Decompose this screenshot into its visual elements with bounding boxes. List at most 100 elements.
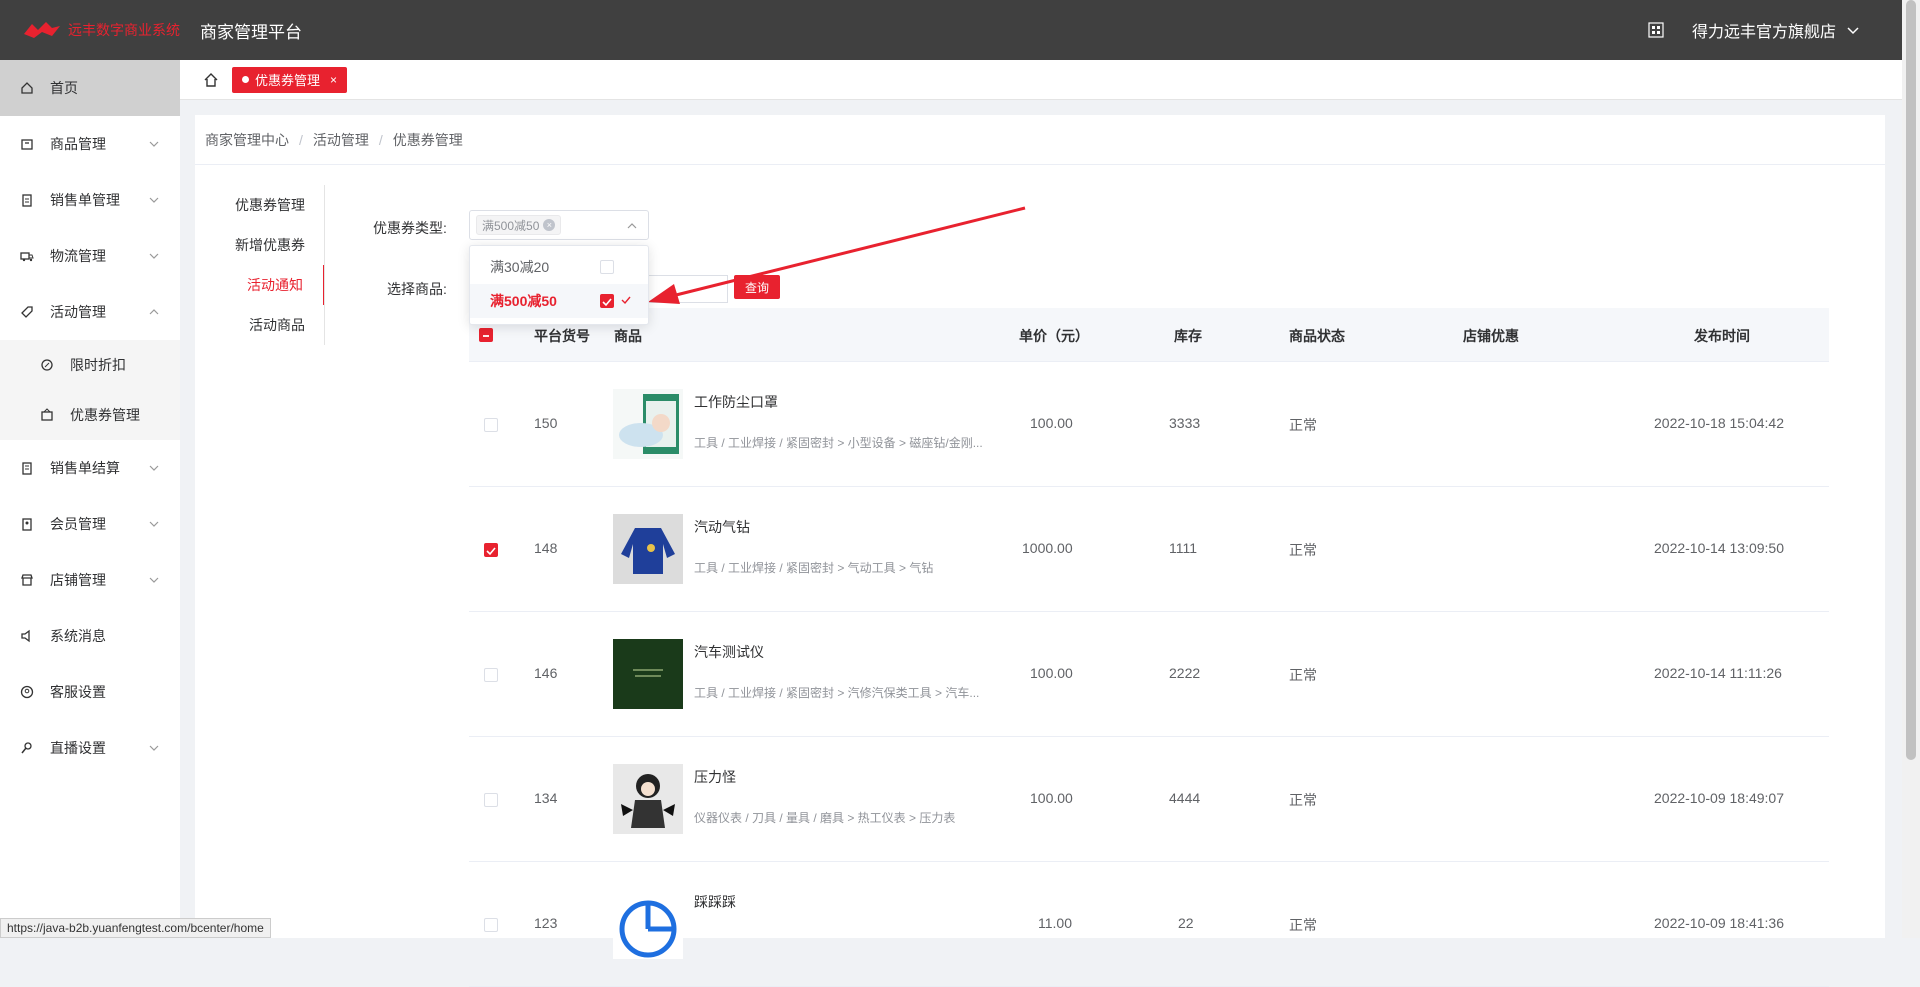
table-row[interactable]: 148 汽动气钻 工具 / 工业焊接 / 紧固密封 > 气动工具 > 气钻 10…: [469, 487, 1829, 612]
selected-tag: 满500减50 ×: [476, 215, 561, 235]
row-status: 正常: [1289, 415, 1317, 435]
option-label: 满500减50: [490, 291, 557, 311]
coupon-icon: [40, 408, 54, 422]
row-checkbox[interactable]: [484, 793, 498, 807]
member-icon: [20, 517, 34, 531]
table-row[interactable]: 123 踩踩踩 11.00 22 正常 2022-10-09 18:41:36: [469, 862, 1829, 987]
sidebar-item-label: 销售单管理: [50, 190, 120, 210]
row-stock: 1111: [1169, 540, 1197, 556]
table-row[interactable]: 134 压力怪 仪器仪表 / 刀具 / 量具 / 磨具 > 热工仪表 > 压力表…: [469, 737, 1829, 862]
sidebar-item-label: 首页: [50, 78, 78, 98]
vertical-scrollbar[interactable]: [1902, 0, 1920, 938]
minus-icon: [480, 330, 492, 342]
option-checkbox-checked[interactable]: [600, 294, 614, 308]
sidebar-item-label: 限时折扣: [70, 355, 126, 375]
subnav-add-coupon[interactable]: 新增优惠券: [210, 225, 325, 265]
table-row[interactable]: 150 工作防尘口罩 工具 / 工业焊接 / 紧固密封 > 小型设备 > 磁座钻…: [469, 362, 1829, 487]
store-name[interactable]: 得力远丰官方旗舰店: [1692, 18, 1836, 42]
sidebar-item-activity[interactable]: 活动管理: [0, 284, 180, 340]
row-time: 2022-10-18 15:04:42: [1654, 415, 1784, 431]
product-name[interactable]: 汽车测试仪: [694, 642, 764, 662]
subnav-activity-notice[interactable]: 活动通知: [210, 265, 325, 305]
top-bar: 远丰数字商业系统 商家管理平台 得力远丰官方旗舰店: [0, 0, 1902, 60]
live-icon: [20, 741, 34, 755]
option-checkbox[interactable]: [600, 260, 614, 274]
product-image[interactable]: [613, 514, 683, 584]
row-sku: 148: [534, 540, 557, 556]
qrcode-icon[interactable]: [1648, 22, 1664, 38]
sidebar-item-customer-service[interactable]: 客服设置: [0, 664, 180, 720]
sidebar-item-label: 商品管理: [50, 134, 106, 154]
product-category: 工具 / 工业焊接 / 紧固密封 > 汽修汽保类工具 > 汽车...: [694, 684, 1004, 701]
subnav-activity-goods[interactable]: 活动商品: [210, 305, 325, 345]
speaker-icon: [20, 629, 34, 643]
close-icon[interactable]: ×: [330, 73, 337, 87]
sidebar-item-flash-discount[interactable]: 限时折扣: [0, 340, 180, 390]
main-card: 商家管理中心 / 活动管理 / 优惠券管理 优惠券管理 新增优惠券 活动通知 活…: [195, 115, 1885, 938]
dropdown-option[interactable]: 满30减20: [470, 250, 648, 284]
subnav-coupon-management[interactable]: 优惠券管理: [210, 185, 325, 225]
row-checkbox-checked[interactable]: [484, 543, 498, 557]
sidebar-item-live[interactable]: 直播设置: [0, 720, 180, 776]
row-checkbox[interactable]: [484, 418, 498, 432]
chevron-down-icon[interactable]: [1846, 23, 1860, 37]
col-goods: 商品: [614, 326, 642, 346]
sidebar-item-label: 客服设置: [50, 682, 106, 702]
sidebar-item-settlement[interactable]: 销售单结算: [0, 440, 180, 496]
row-time: 2022-10-09 18:41:36: [1654, 915, 1784, 931]
coupon-type-dropdown: 满30减20 满500减50: [469, 245, 649, 325]
sidebar-item-home[interactable]: 首页: [0, 60, 180, 116]
chevron-down-icon: [148, 742, 160, 754]
product-name[interactable]: 压力怪: [694, 767, 736, 787]
subnav-divider: [324, 185, 325, 345]
breadcrumb-separator: /: [379, 132, 383, 148]
product-name[interactable]: 汽动气钻: [694, 517, 750, 537]
chevron-down-icon: [148, 462, 160, 474]
sweater-image: [613, 514, 683, 584]
logo[interactable]: 远丰数字商业系统: [0, 20, 180, 40]
product-image[interactable]: [613, 389, 683, 459]
table-row[interactable]: 146 汽车测试仪 工具 / 工业焊接 / 紧固密封 > 汽修汽保类工具 > 汽…: [469, 612, 1829, 737]
product-name[interactable]: 踩踩踩: [694, 892, 736, 912]
breadcrumb-item: 优惠券管理: [393, 130, 463, 150]
row-checkbox[interactable]: [484, 668, 498, 682]
sidebar-item-shop[interactable]: 店铺管理: [0, 552, 180, 608]
sidebar-item-logistics[interactable]: 物流管理: [0, 228, 180, 284]
sidebar-item-label: 店铺管理: [50, 570, 106, 590]
select-all-checkbox[interactable]: [479, 328, 493, 342]
mask-image: [613, 389, 683, 459]
product-image[interactable]: [613, 639, 683, 709]
product-image[interactable]: [613, 764, 683, 834]
row-checkbox[interactable]: [484, 918, 498, 932]
row-price: 100.00: [1030, 790, 1073, 806]
product-category: 工具 / 工业焊接 / 紧固密封 > 小型设备 > 磁座钻/金刚...: [694, 434, 1004, 451]
coupon-type-select[interactable]: 满500减50 ×: [469, 210, 649, 240]
goods-input[interactable]: [648, 275, 728, 303]
goods-label: 选择商品:: [387, 279, 447, 299]
chevron-down-icon: [148, 194, 160, 206]
sidebar-item-coupon[interactable]: 优惠券管理: [0, 390, 180, 440]
row-price: 1000.00: [1022, 540, 1073, 556]
row-status: 正常: [1289, 915, 1317, 935]
sidebar-item-members[interactable]: 会员管理: [0, 496, 180, 552]
tab-coupon-management[interactable]: 优惠券管理 ×: [232, 67, 347, 93]
col-time: 发布时间: [1694, 326, 1750, 346]
row-status: 正常: [1289, 540, 1317, 560]
product-image[interactable]: [613, 889, 683, 959]
tag-close-icon[interactable]: ×: [543, 219, 555, 231]
query-button[interactable]: 查询: [734, 275, 780, 299]
sidebar-item-orders[interactable]: 销售单管理: [0, 172, 180, 228]
order-icon: [20, 193, 34, 207]
sidebar-item-label: 会员管理: [50, 514, 106, 534]
pie-chart-image: [613, 889, 683, 959]
sidebar-item-messages[interactable]: 系统消息: [0, 608, 180, 664]
product-name[interactable]: 工作防尘口罩: [694, 392, 778, 412]
scrollbar-thumb[interactable]: [1906, 0, 1916, 760]
sidebar-item-goods[interactable]: 商品管理: [0, 116, 180, 172]
breadcrumb-item[interactable]: 商家管理中心: [205, 130, 289, 150]
breadcrumb-item[interactable]: 活动管理: [313, 130, 369, 150]
platform-title: 商家管理平台: [200, 18, 302, 43]
col-sku: 平台货号: [534, 326, 590, 346]
dropdown-option-selected[interactable]: 满500减50: [470, 284, 648, 318]
home-tab[interactable]: [200, 69, 222, 91]
